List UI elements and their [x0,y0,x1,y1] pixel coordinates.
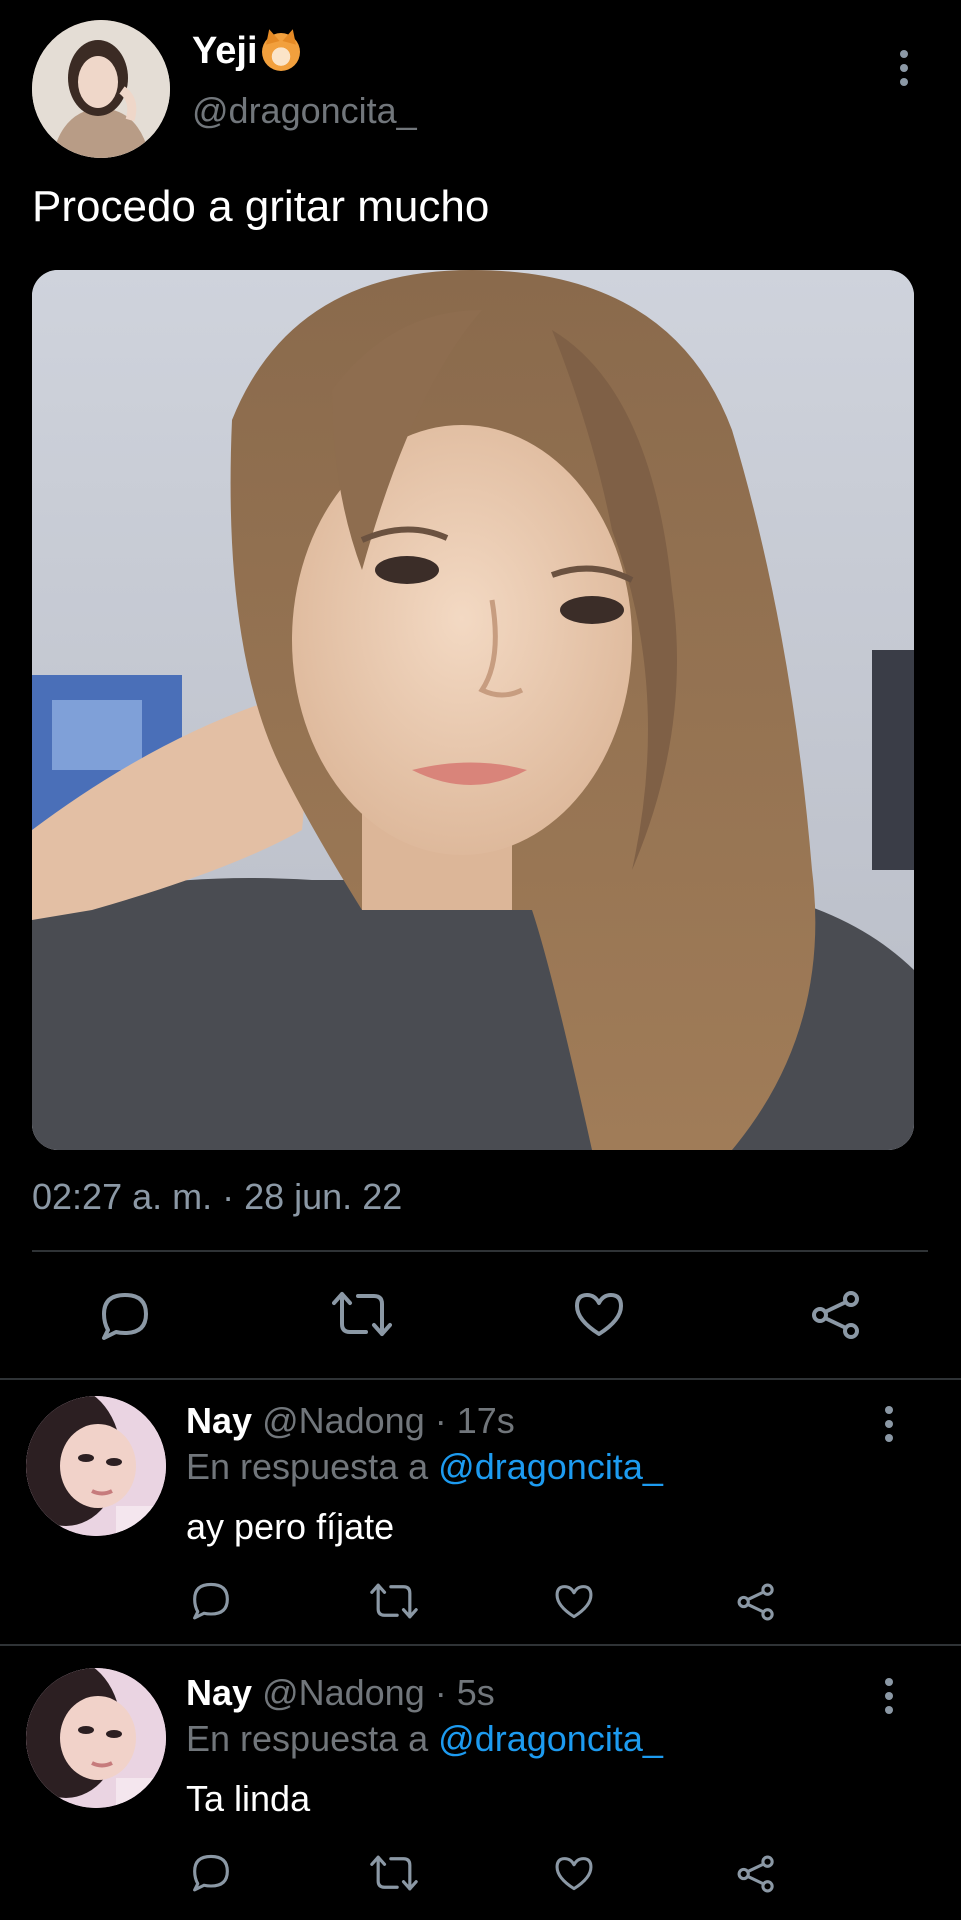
reply-separator [0,1644,961,1646]
tweet-photo[interactable] [32,270,914,1150]
author-handle[interactable]: @dragoncita_ [192,90,417,132]
reply-header[interactable]: Nay @Nadong · 5s [186,1672,495,1714]
retweet-icon[interactable] [332,1290,392,1338]
divider [32,1250,928,1252]
reply-text: ay pero fíjate [186,1506,395,1547]
reply-avatar[interactable] [26,1396,166,1536]
like-icon[interactable] [554,1856,594,1892]
reply-meta: @Nadong · 17s [262,1400,515,1441]
tweet-separator [0,1378,961,1380]
author-name-text: Yeji [192,30,258,72]
retweet-icon[interactable] [370,1582,418,1620]
share-icon[interactable] [810,1290,862,1340]
reply-prefix: En respuesta a [186,1446,429,1487]
reply-author-name[interactable]: Nay [186,1672,252,1713]
tweet-timestamp[interactable]: 02:27 a. m. · 28 jun. 22 [32,1176,402,1218]
reply-prefix: En respuesta a [186,1718,429,1759]
reply-context: En respuesta a @dragoncita_ [186,1718,663,1760]
reply-avatar[interactable] [26,1668,166,1808]
author-name[interactable]: Yeji [192,30,300,73]
reply-context: En respuesta a @dragoncita_ [186,1446,663,1488]
more-options-icon[interactable] [898,50,910,86]
reply-header[interactable]: Nay @Nadong · 17s [186,1400,515,1442]
author-avatar[interactable] [32,20,170,158]
share-icon[interactable] [736,1854,776,1894]
like-icon[interactable] [554,1584,594,1620]
retweet-icon[interactable] [370,1854,418,1892]
reply-mention-link[interactable]: @dragoncita_ [438,1718,663,1759]
tweet-text: Procedo a gritar mucho [32,182,490,231]
dog-face-emoji-icon [261,32,300,71]
more-options-icon[interactable] [883,1678,895,1714]
reply-meta: @Nadong · 5s [262,1672,495,1713]
reply-mention-link[interactable]: @dragoncita_ [438,1446,663,1487]
reply-icon[interactable] [98,1290,152,1340]
reply-text: Ta linda [186,1778,311,1819]
reply-icon[interactable] [190,1580,232,1620]
more-options-icon[interactable] [883,1406,895,1442]
reply-author-name[interactable]: Nay [186,1400,252,1441]
share-icon[interactable] [736,1582,776,1622]
reply-icon[interactable] [190,1852,232,1892]
like-icon[interactable] [573,1292,625,1338]
